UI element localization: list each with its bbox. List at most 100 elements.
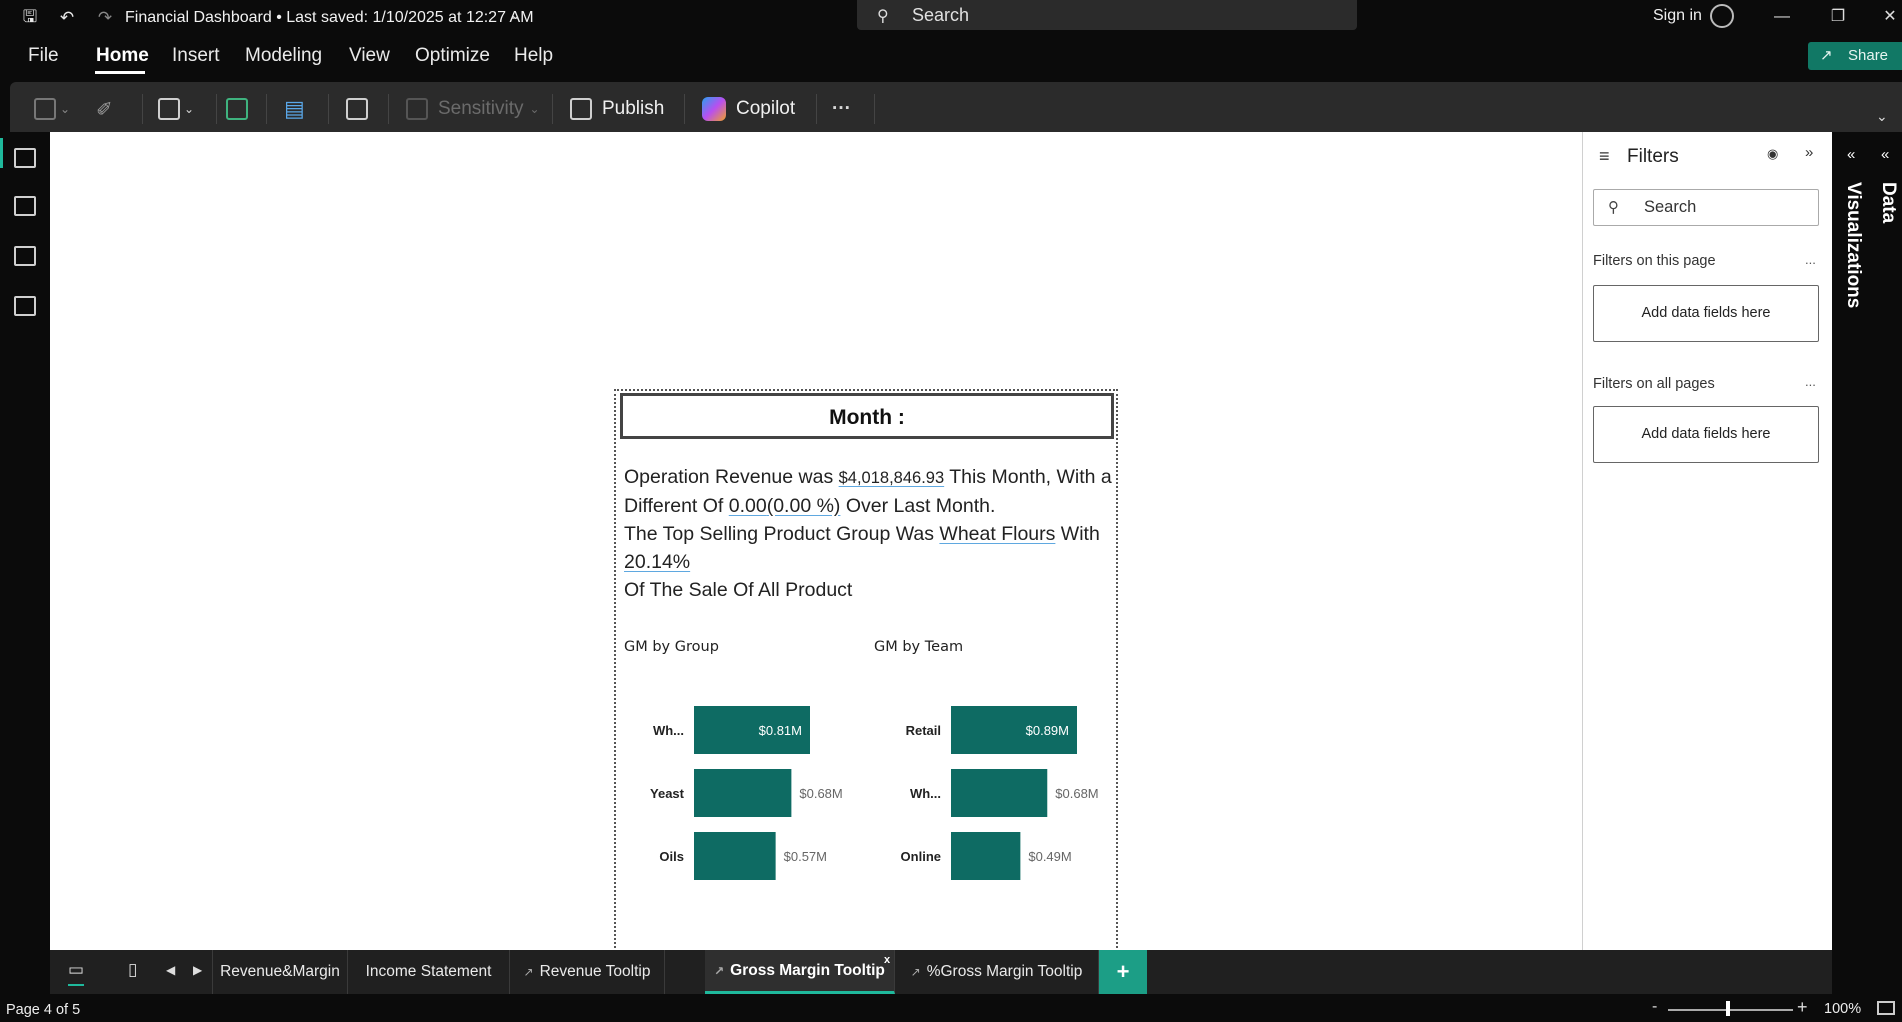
zoom-out-button[interactable]: -	[1652, 998, 1657, 1016]
bar[interactable]	[951, 769, 1048, 817]
undo-icon[interactable]: ↶	[53, 4, 81, 32]
data-label: Data	[1878, 182, 1899, 224]
tab-label: Income Statement	[365, 963, 492, 980]
share-button[interactable]: ↗ Share	[1808, 42, 1902, 70]
zoom-slider[interactable]	[1668, 1009, 1793, 1011]
diff-percent: (0.00 %)	[766, 495, 841, 517]
tab-gross-margin-tooltip[interactable]: ↗ Gross Margin Tooltip	[705, 950, 895, 994]
gm-by-team-chart[interactable]: Retail $0.89M Wh... $0.68M Online $0.49M	[868, 689, 1114, 919]
restore-icon[interactable]: ❐	[1826, 5, 1850, 29]
search-box[interactable]: ⚲ Search	[857, 0, 1357, 30]
close-icon[interactable]: ✕	[1878, 5, 1902, 29]
expand-data-icon[interactable]: «	[1881, 146, 1889, 163]
menu-home[interactable]: Home	[96, 45, 149, 67]
gm-by-group-chart[interactable]: Wh... $0.81M Yeast $0.68M Oils $0.57M	[616, 689, 856, 919]
report-canvas[interactable]: Month : Operation Revenue was $4,018,846…	[50, 132, 1582, 956]
page-filters-more-button[interactable]: ...	[1805, 252, 1816, 267]
data-pane[interactable]: « Data	[1875, 132, 1902, 950]
mobile-layout-icon[interactable]: ▯	[128, 960, 137, 980]
paste-button[interactable]: ⌄	[34, 96, 70, 122]
add-page-button[interactable]: +	[1099, 950, 1147, 994]
summary-text-6: Of The Sale Of All Product	[624, 579, 853, 601]
eye-icon[interactable]: ◉	[1767, 146, 1778, 162]
top-group-value: Wheat Flours	[939, 523, 1056, 545]
collapse-filters-icon[interactable]: »	[1805, 144, 1813, 161]
previous-page-icon[interactable]: ◀	[166, 963, 175, 977]
tab-pct-gross-margin-tooltip[interactable]: ↗ %Gross Margin Tooltip	[895, 950, 1099, 994]
filters-search-input[interactable]: ⚲ Search	[1593, 189, 1819, 226]
document-title[interactable]: Financial Dashboard • Last saved: 1/10/2…	[125, 9, 534, 27]
filters-search-placeholder: Search	[1644, 198, 1697, 216]
page-filters-drop-zone[interactable]: Add data fields here	[1593, 285, 1819, 342]
share-label: Share	[1848, 47, 1889, 64]
ribbon-divider	[142, 94, 143, 124]
ribbon-divider	[266, 94, 267, 124]
zoom-slider-thumb[interactable]	[1726, 1001, 1730, 1016]
format-painter-button[interactable]: ✐	[96, 96, 113, 122]
sensitivity-button[interactable]: Sensitivity ⌄	[406, 96, 540, 122]
summary-text-4: The Top Selling Product Group Was	[624, 523, 940, 545]
refresh-button[interactable]	[226, 96, 248, 122]
avatar-icon[interactable]	[1710, 4, 1734, 28]
ribbon-divider	[552, 94, 553, 124]
zoom-in-button[interactable]: +	[1797, 997, 1808, 1018]
database-icon	[158, 98, 180, 120]
bar[interactable]	[694, 832, 776, 880]
all-pages-filters-more-button[interactable]: ...	[1805, 374, 1816, 389]
filters-on-this-page-label: Filters on this page	[1593, 253, 1716, 269]
tab-income-statement[interactable]: Income Statement	[348, 950, 510, 994]
bar[interactable]	[951, 832, 1021, 880]
revenue-value: $4,018,846.93	[838, 469, 945, 487]
summary-text-3: Over Last Month.	[840, 495, 996, 517]
menu-file[interactable]: File	[28, 45, 59, 67]
top-group-percent: 20.14%	[624, 551, 691, 573]
publish-button[interactable]: Publish	[570, 96, 664, 122]
menu-help[interactable]: Help	[514, 45, 553, 67]
data-label: $0.68M	[1055, 786, 1098, 801]
sensitivity-icon	[406, 98, 428, 120]
more-options-button[interactable]: ···	[832, 96, 851, 122]
bar[interactable]	[694, 769, 792, 817]
get-data-button[interactable]: ⌄	[158, 96, 194, 122]
sign-in-link[interactable]: Sign in	[1653, 7, 1702, 25]
close-tab-icon[interactable]: x	[884, 954, 890, 966]
chevron-down-icon[interactable]: ⌄	[510, 7, 521, 23]
table-view-icon[interactable]	[14, 196, 36, 216]
ribbon-divider	[216, 94, 217, 124]
category-label: Wh...	[910, 786, 941, 801]
menu-optimize[interactable]: Optimize	[415, 45, 490, 67]
menu-modeling[interactable]: Modeling	[245, 45, 322, 67]
filters-on-all-pages-label: Filters on all pages	[1593, 376, 1715, 392]
refresh-icon	[226, 98, 248, 120]
chevron-down-icon: ⌄	[60, 102, 71, 116]
save-icon[interactable]: 🖫	[16, 4, 44, 32]
copilot-button[interactable]: Copilot	[702, 96, 795, 122]
all-pages-filters-drop-zone[interactable]: Add data fields here	[1593, 406, 1819, 463]
redo-icon[interactable]: ↷	[91, 4, 119, 32]
ribbon-divider	[388, 94, 389, 124]
desktop-layout-icon[interactable]: ▭	[68, 960, 85, 986]
visualizations-pane[interactable]: « Visualizations	[1832, 132, 1875, 950]
ribbon-collapse-icon[interactable]: ⌄	[1876, 108, 1888, 125]
tab-revenue-tooltip[interactable]: ↗ Revenue Tooltip	[510, 950, 665, 994]
menu-bar: File Home Insert Modeling View Optimize …	[0, 36, 1902, 82]
tab-revenue-margin[interactable]: Revenue&Margin	[212, 950, 348, 994]
chevron-down-icon: ⌄	[184, 102, 195, 116]
dax-query-view-icon[interactable]	[14, 296, 36, 316]
tooltip-report-card[interactable]: Month : Operation Revenue was $4,018,846…	[614, 389, 1118, 956]
title-separator: •	[276, 9, 287, 26]
minimize-icon[interactable]: —	[1770, 5, 1794, 29]
expand-visualizations-icon[interactable]: «	[1847, 146, 1855, 163]
bar-chart-icon: ▤	[284, 96, 305, 121]
new-measure-button[interactable]	[346, 96, 368, 122]
publish-icon	[570, 98, 592, 120]
next-page-icon[interactable]: ▶	[193, 963, 202, 977]
menu-insert[interactable]: Insert	[172, 45, 220, 67]
model-view-icon[interactable]	[14, 246, 36, 266]
new-visual-button[interactable]: ▤	[284, 96, 305, 122]
menu-view[interactable]: View	[349, 45, 390, 67]
fit-to-page-icon[interactable]	[1877, 1001, 1895, 1015]
report-view-icon[interactable]	[14, 148, 36, 168]
month-header: Month :	[620, 393, 1114, 439]
tab-label: Revenue Tooltip	[539, 963, 651, 980]
